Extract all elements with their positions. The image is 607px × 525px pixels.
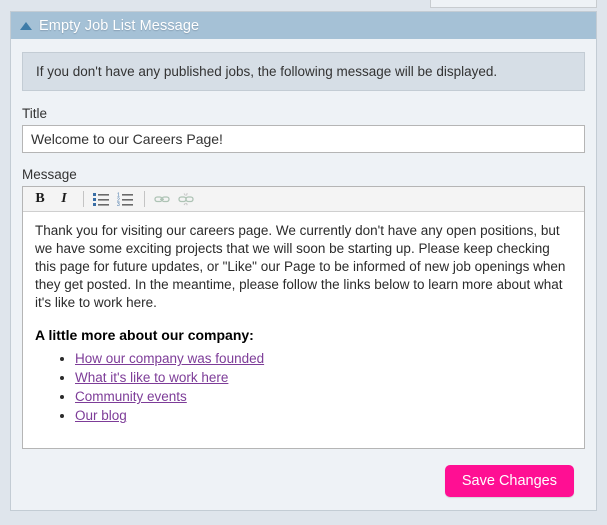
- cut-off-panel-above: [430, 0, 597, 8]
- message-editor-body[interactable]: Thank you for visiting our careers page.…: [23, 212, 584, 448]
- list-item: Our blog: [75, 407, 572, 425]
- italic-button[interactable]: I: [53, 189, 75, 209]
- list-item: Community events: [75, 388, 572, 406]
- link-community-events[interactable]: Community events: [75, 389, 187, 404]
- unlink-button[interactable]: [175, 189, 197, 209]
- panel-header[interactable]: Empty Job List Message: [11, 12, 596, 39]
- list-item: What it's like to work here: [75, 369, 572, 387]
- link-work-here[interactable]: What it's like to work here: [75, 370, 228, 385]
- panel-body: If you don't have any published jobs, th…: [11, 39, 596, 497]
- title-input[interactable]: [22, 125, 585, 153]
- message-label: Message: [22, 167, 77, 182]
- numbered-list-icon: 1 2 3: [117, 193, 133, 206]
- link-our-blog[interactable]: Our blog: [75, 408, 127, 423]
- message-editor: B I 1 2 3 Thank you for visiting our car…: [22, 186, 585, 449]
- panel-title: Empty Job List Message: [39, 17, 200, 34]
- triangle-up-icon[interactable]: [20, 22, 32, 30]
- bold-button[interactable]: B: [29, 189, 51, 209]
- empty-job-list-message-panel: Empty Job List Message If you don't have…: [10, 11, 597, 511]
- link-icon: [154, 196, 170, 203]
- svg-text:3: 3: [117, 202, 120, 206]
- message-paragraph: Thank you for visiting our careers page.…: [35, 223, 566, 310]
- save-changes-button[interactable]: Save Changes: [444, 465, 574, 497]
- editor-toolbar: B I 1 2 3: [23, 187, 584, 212]
- bulleted-list-icon: [93, 193, 109, 206]
- message-heading: A little more about our company:: [35, 326, 254, 343]
- title-label: Title: [22, 106, 48, 121]
- message-link-list: How our company was founded What it's li…: [35, 350, 572, 425]
- toolbar-separator: [83, 191, 84, 207]
- panel-footer: Save Changes: [22, 449, 585, 497]
- unlink-icon: [178, 193, 194, 206]
- numbered-list-button[interactable]: 1 2 3: [114, 189, 136, 209]
- list-item: How our company was founded: [75, 350, 572, 368]
- info-message: If you don't have any published jobs, th…: [22, 52, 585, 91]
- toolbar-separator-2: [144, 191, 145, 207]
- link-how-founded[interactable]: How our company was founded: [75, 351, 264, 366]
- italic-glyph: I: [61, 191, 67, 206]
- bold-glyph: B: [35, 191, 45, 206]
- insert-link-button[interactable]: [151, 189, 173, 209]
- bulleted-list-button[interactable]: [90, 189, 112, 209]
